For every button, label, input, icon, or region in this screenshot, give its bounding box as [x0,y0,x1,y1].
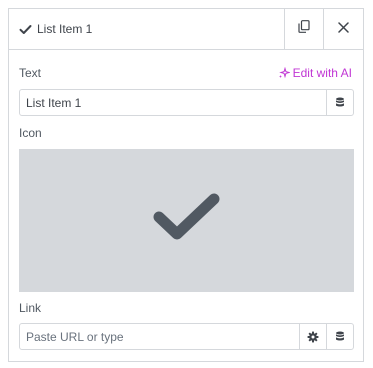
link-label: Link [19,301,42,315]
repeater-item-title[interactable]: List Item 1 [19,21,92,37]
check-icon [19,24,32,35]
link-settings-button[interactable] [299,324,326,349]
database-icon [335,97,345,108]
icon-label: Icon [19,126,42,140]
edit-with-ai-button[interactable]: Edit with AI [278,66,352,80]
link-field [19,323,354,350]
check-icon [151,191,223,250]
close-button[interactable] [323,9,363,49]
repeater-item-header[interactable]: List Item 1 [9,9,363,50]
repeater-item-title-text: List Item 1 [37,22,93,36]
repeater-item-panel: List Item 1 Text Edit with AI List Item … [8,8,364,362]
text-field [19,89,354,116]
edit-with-ai-label: Edit with AI [292,66,352,80]
duplicate-button[interactable] [284,9,323,49]
text-dynamic-tags-button[interactable] [326,90,353,115]
link-dynamic-tags-button[interactable] [326,324,353,349]
database-icon [335,331,345,342]
gear-icon [307,331,319,343]
text-label: Text [19,66,42,80]
icon-preview[interactable] [19,149,354,292]
text-input[interactable] [20,90,326,115]
close-icon [338,20,349,38]
link-input[interactable] [20,324,299,349]
sparkle-icon [278,67,293,79]
duplicate-icon [298,20,310,38]
